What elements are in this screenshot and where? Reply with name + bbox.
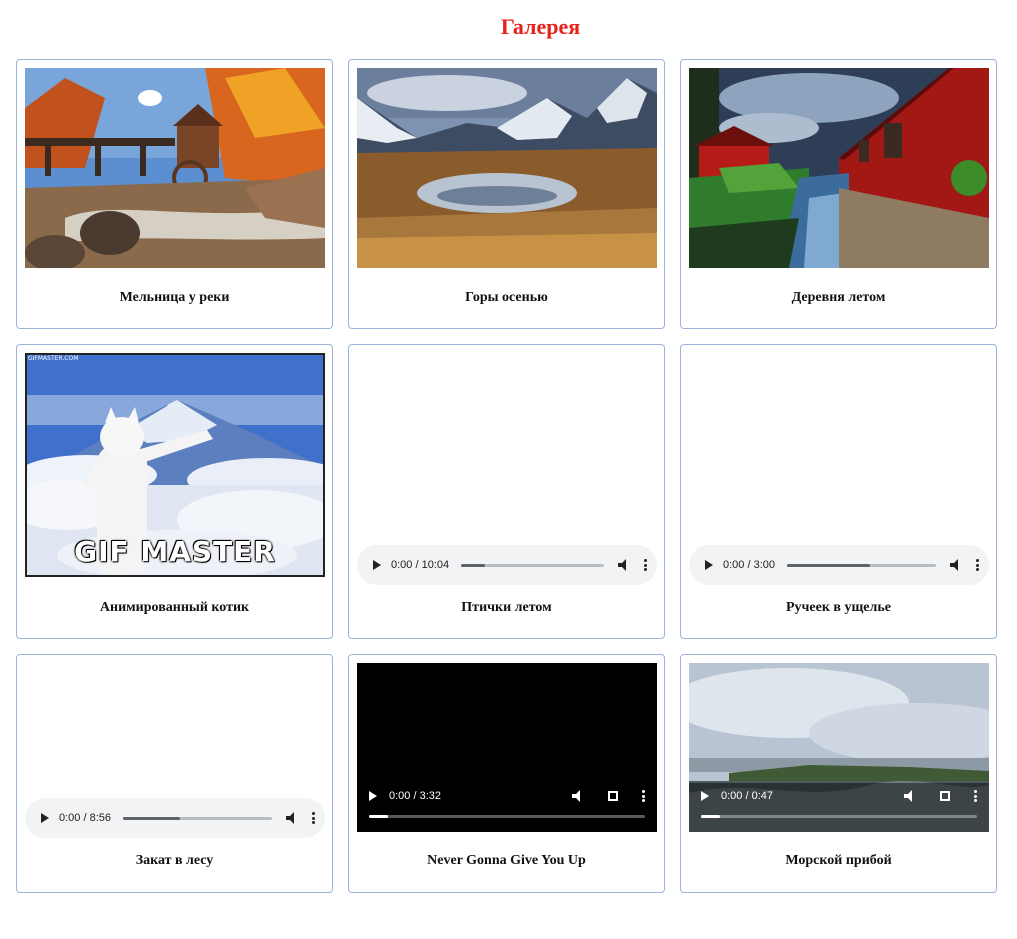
audio-progress-fill — [461, 563, 486, 567]
audio-progress[interactable] — [123, 816, 272, 820]
card-caption: Мельница у реки — [119, 290, 230, 305]
play-icon[interactable] — [701, 791, 709, 801]
card-caption: Закат в лесу — [135, 853, 214, 868]
card-caption: Деревня летом — [791, 290, 886, 305]
audio-progress[interactable] — [787, 563, 936, 567]
gallery-card: Мельница у реки — [16, 59, 333, 329]
volume-icon[interactable] — [572, 790, 586, 802]
more-options-icon[interactable] — [642, 790, 645, 802]
play-icon[interactable] — [705, 560, 713, 570]
audio-time: 0:00 / 3:00 — [723, 559, 775, 571]
gallery-card: Деревня летом — [680, 59, 997, 329]
summer-village-image[interactable] — [689, 68, 989, 268]
mill-river-image[interactable] — [25, 68, 325, 268]
audio-player[interactable]: 0:00 / 8:56 — [25, 798, 325, 838]
card-caption: Горы осенью — [465, 290, 548, 305]
gallery-card: 0:00 / 3:32 Never Gonna Give You Up — [348, 654, 665, 893]
gallery-card: GIFMASTER.COM GIF MASTER Анимированный к… — [16, 344, 333, 639]
more-options-icon[interactable] — [976, 559, 979, 571]
gif-watermark: GIFMASTER.COM — [28, 355, 79, 362]
card-caption: Морской прибой — [785, 853, 892, 868]
volume-icon[interactable] — [904, 790, 918, 802]
page-title: Галерея — [500, 14, 581, 39]
play-icon[interactable] — [373, 560, 381, 570]
card-caption: Ручеек в ущелье — [785, 600, 891, 615]
video-controls: 0:00 / 0:47 — [689, 782, 989, 832]
video-controls: 0:00 / 3:32 — [357, 782, 657, 832]
gif-overlay-text: GIF MASTER — [74, 535, 276, 568]
video-progress-fill — [701, 815, 721, 818]
audio-progress-fill — [123, 816, 180, 820]
more-options-icon[interactable] — [312, 812, 315, 824]
volume-icon[interactable] — [950, 559, 964, 571]
fullscreen-icon[interactable] — [608, 791, 618, 801]
gallery-card: Горы осенью — [348, 59, 665, 329]
gallery-card: 0:00 / 0:47 Морской прибой — [680, 654, 997, 893]
autumn-mountains-image[interactable] — [357, 68, 657, 268]
more-options-icon[interactable] — [644, 559, 647, 571]
audio-player[interactable]: 0:00 / 3:00 — [689, 545, 989, 585]
video-player[interactable]: 0:00 / 0:47 — [689, 663, 989, 832]
volume-icon[interactable] — [618, 559, 632, 571]
audio-progress[interactable] — [461, 563, 604, 567]
gallery-card: 0:00 / 8:56 Закат в лесу — [16, 654, 333, 893]
fullscreen-icon[interactable] — [940, 791, 950, 801]
video-progress[interactable] — [701, 815, 977, 818]
play-icon[interactable] — [41, 813, 49, 823]
video-time: 0:00 / 3:32 — [389, 790, 441, 802]
animated-cat-gif[interactable]: GIFMASTER.COM GIF MASTER — [25, 353, 325, 577]
audio-progress-fill — [787, 563, 871, 567]
audio-time: 0:00 / 8:56 — [59, 812, 111, 824]
audio-player[interactable]: 0:00 / 10:04 — [357, 545, 657, 585]
play-icon[interactable] — [369, 791, 377, 801]
gallery-card: 0:00 / 3:00 Ручеек в ущелье — [680, 344, 997, 639]
more-options-icon[interactable] — [974, 790, 977, 802]
card-caption: Анимированный котик — [99, 600, 250, 615]
card-caption: Never Gonna Give You Up — [427, 853, 586, 868]
card-caption: Птички летом — [461, 600, 552, 615]
audio-time: 0:00 / 10:04 — [391, 559, 450, 571]
video-progress[interactable] — [369, 815, 645, 818]
video-time: 0:00 / 0:47 — [721, 790, 773, 802]
gallery-card: 0:00 / 10:04 Птички летом — [348, 344, 665, 639]
video-player[interactable]: 0:00 / 3:32 — [357, 663, 657, 832]
volume-icon[interactable] — [286, 812, 300, 824]
video-progress-fill — [369, 815, 389, 818]
